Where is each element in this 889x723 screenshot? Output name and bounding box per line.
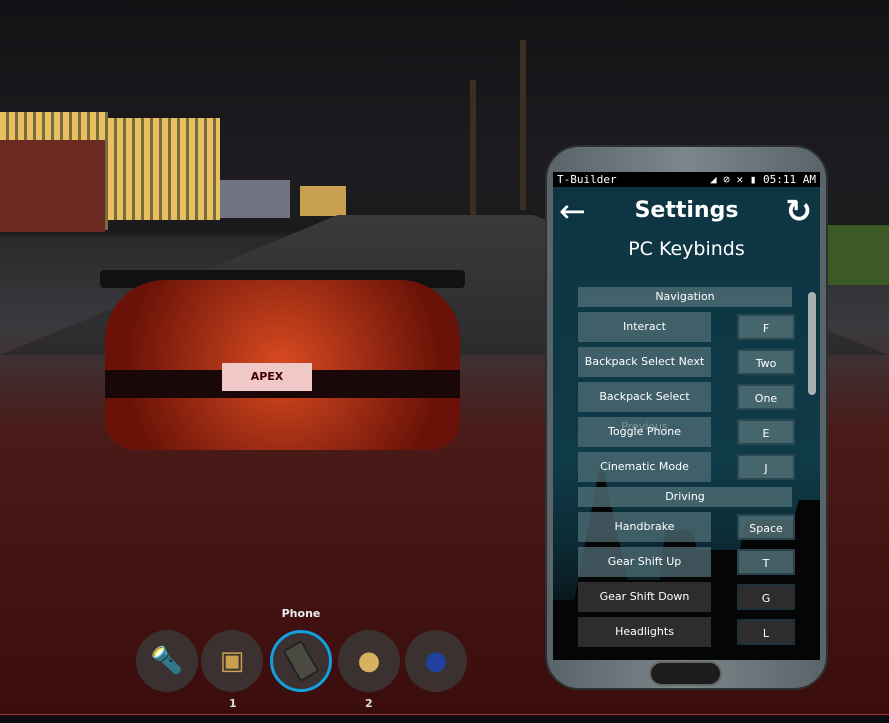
hotbar-slot-gold-pet[interactable]: ● (338, 630, 400, 692)
building (90, 118, 220, 220)
page-subtitle: PC Keybinds (628, 238, 745, 260)
clock: 05:11 AM (763, 173, 816, 186)
keybind-button[interactable]: T (737, 549, 795, 575)
phone-icon (282, 639, 320, 683)
palm-tree (520, 40, 526, 210)
shop (300, 186, 346, 216)
keybind-action: Cinematic Mode (578, 452, 711, 482)
brick-wall (0, 140, 105, 232)
bottom-bar (0, 714, 889, 723)
palm-tree (470, 80, 476, 230)
remote-control-icon: ▣ (219, 646, 245, 676)
slot-number: 1 (229, 697, 237, 710)
rotation-lock-icon: ⊘ (723, 173, 730, 186)
keybind-action: Handbrake (578, 512, 711, 542)
flashlight-icon: 🔦 (150, 646, 184, 676)
refresh-icon[interactable]: ↻ (785, 194, 812, 228)
carrier-name: T-Builder (557, 173, 617, 186)
gold-robot-pet-icon: ● (357, 646, 381, 676)
keybind-button[interactable]: One (737, 384, 795, 410)
keybind-button[interactable]: J (737, 454, 795, 480)
bluetooth-off-icon: ✕ (736, 173, 744, 186)
page-title: Settings (634, 198, 739, 223)
hotbar-slot-phone[interactable] (270, 630, 332, 692)
license-plate: APEX (222, 363, 312, 391)
hotbar-slot-blue-pet[interactable]: ● (405, 630, 467, 692)
keybind-action: Gear Shift Down (578, 582, 711, 612)
keybind-action: Gear Shift Up (578, 547, 711, 577)
status-bar: T-Builder ◢ ⊘ ✕ ▮ 05:11 AM (553, 172, 820, 187)
keybind-button[interactable]: E (737, 419, 795, 445)
keybind-button[interactable]: Two (737, 349, 795, 375)
section-header-navigation: Navigation (578, 287, 792, 307)
hotbar-slot-flashlight[interactable]: 🔦 (136, 630, 198, 692)
keybind-action: Headlights (578, 617, 711, 647)
keybind-action: Backpack Select Next (578, 347, 711, 377)
section-header-driving: Driving (578, 487, 792, 507)
home-button[interactable] (649, 661, 722, 686)
slot-number: 2 (365, 697, 373, 710)
player-car: APEX (100, 250, 465, 460)
blue-robot-pet-icon: ● (424, 646, 448, 676)
keybind-action: Interact (578, 312, 711, 342)
keybind-button[interactable]: F (737, 314, 795, 340)
selected-item-label: Phone (281, 607, 321, 620)
battery-icon: ▮ (749, 173, 757, 186)
keybind-button[interactable]: Space (737, 514, 795, 540)
scrollbar[interactable] (808, 292, 816, 395)
phone-screen: T-Builder ◢ ⊘ ✕ ▮ 05:11 AM ← Settings ↻ … (553, 172, 820, 660)
signal-icon: ◢ (710, 173, 717, 186)
shop (220, 180, 290, 218)
keybind-button[interactable]: L (737, 619, 795, 645)
hotbar-slot-remote[interactable]: ▣ (201, 630, 263, 692)
keybind-action: Backpack Select Previous (578, 382, 711, 433)
keybind-button[interactable]: G (737, 584, 795, 610)
keybind-action: Toggle Phone (578, 417, 711, 447)
